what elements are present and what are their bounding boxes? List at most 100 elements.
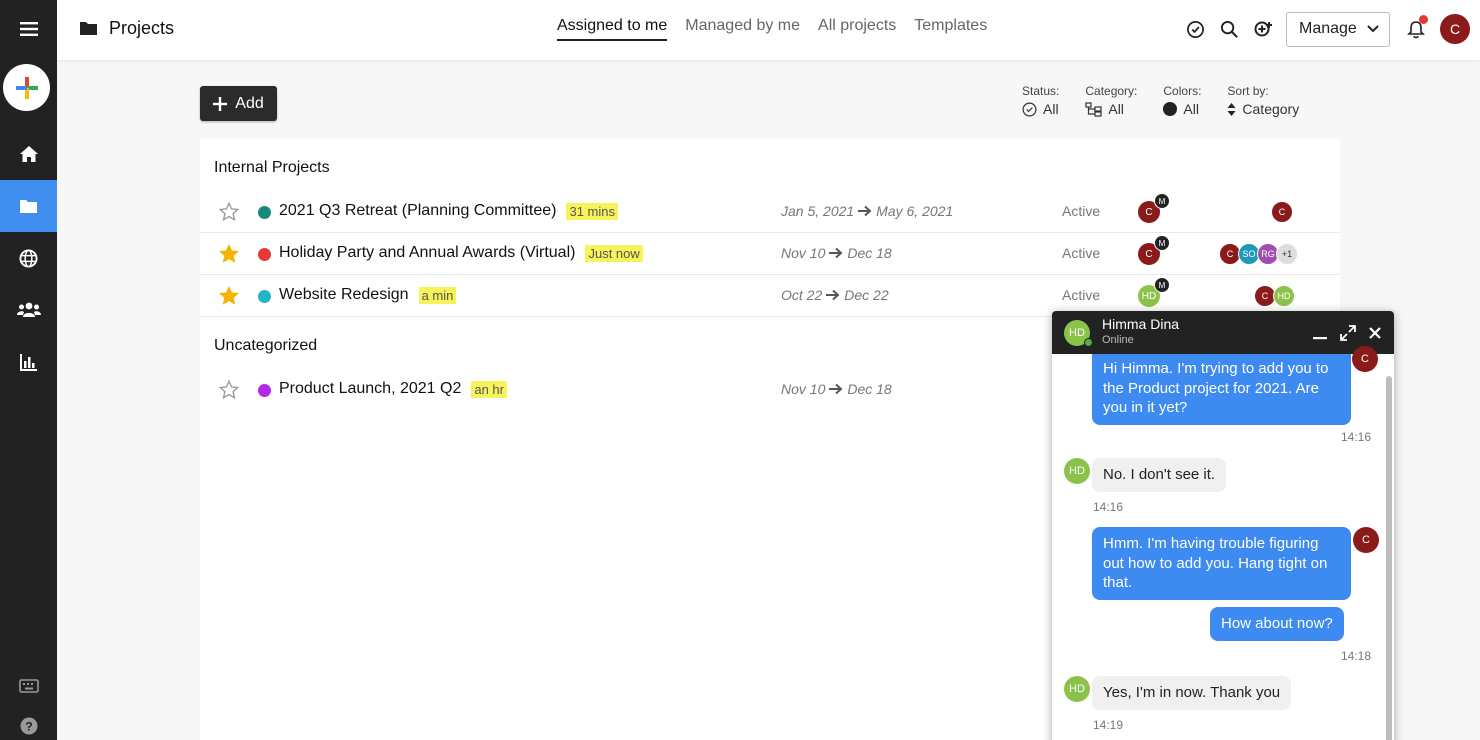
category-filter-value: All xyxy=(1108,101,1124,117)
reports-nav[interactable] xyxy=(0,336,57,388)
sort-filter[interactable]: Sort by: Category xyxy=(1227,84,1299,117)
plus-icon xyxy=(213,96,228,111)
sort-filter-label: Sort by: xyxy=(1227,84,1269,98)
project-row[interactable]: 2021 Q3 Retreat (Planning Committee) 31 … xyxy=(200,191,1340,233)
timer-button[interactable] xyxy=(1178,11,1212,47)
online-indicator xyxy=(1084,338,1093,347)
top-bar: Projects Assigned to me Managed by me Al… xyxy=(57,0,1480,60)
users-icon xyxy=(16,302,41,317)
svg-text:?: ? xyxy=(25,720,32,734)
create-new-button[interactable] xyxy=(3,64,50,111)
user-avatar[interactable]: C xyxy=(1440,14,1470,44)
project-name[interactable]: 2021 Q3 Retreat (Planning Committee) xyxy=(279,202,556,220)
help-icon: ? xyxy=(20,717,37,735)
menu-icon[interactable] xyxy=(0,3,57,55)
manager-badge: M xyxy=(1154,235,1170,251)
globe-icon xyxy=(19,248,38,268)
folder-icon xyxy=(20,199,37,213)
member-avatars[interactable]: C SO RG +1 xyxy=(1219,243,1298,265)
project-dates: Oct 22 Dec 22 xyxy=(781,287,889,303)
star-filled-icon[interactable] xyxy=(218,285,240,307)
owner-avatar[interactable]: HD M xyxy=(1138,277,1170,307)
status-filter[interactable]: Status: All xyxy=(1022,84,1059,117)
manage-dropdown[interactable]: Manage xyxy=(1286,11,1390,47)
page-title-text: Projects xyxy=(109,18,175,38)
project-name[interactable]: Website Redesign xyxy=(279,286,409,304)
manage-label: Manage xyxy=(1299,20,1357,37)
star-filled-icon[interactable] xyxy=(218,243,240,265)
arrow-right-icon xyxy=(826,289,840,301)
updated-badge: 31 mins xyxy=(566,202,618,220)
notification-dot xyxy=(1419,15,1428,24)
member-avatars[interactable]: C HD xyxy=(1254,285,1295,307)
updated-badge: a min xyxy=(418,286,457,304)
add-project-button[interactable]: Add xyxy=(200,86,277,121)
owner-avatar[interactable]: C M xyxy=(1138,235,1170,265)
section-title: Uncategorized xyxy=(214,337,318,354)
end-date: Dec 22 xyxy=(844,287,889,303)
home-nav[interactable] xyxy=(0,128,57,180)
chat-bubble-outgoing: Hmm. I'm having trouble figuring out how… xyxy=(1092,527,1351,600)
tab-managed-by-me[interactable]: Managed by me xyxy=(685,17,800,41)
manager-badge: M xyxy=(1154,277,1170,293)
message-time: 14:16 xyxy=(1341,430,1372,444)
search-icon xyxy=(1220,20,1238,38)
tab-all-projects[interactable]: All projects xyxy=(818,17,896,41)
search-button[interactable] xyxy=(1212,11,1246,47)
start-date: Nov 10 xyxy=(781,245,826,261)
people-nav[interactable] xyxy=(0,284,57,336)
project-dates: Jan 5, 2021 May 6, 2021 xyxy=(781,203,953,219)
close-button[interactable] xyxy=(1365,323,1385,343)
star-outline-icon[interactable] xyxy=(218,379,240,401)
sort-filter-value: Category xyxy=(1242,101,1300,117)
header-actions: Manage C xyxy=(1178,11,1470,47)
project-color-dot xyxy=(258,248,271,261)
arrow-right-icon xyxy=(858,205,872,217)
project-dates: Nov 10 Dec 18 xyxy=(781,381,892,397)
add-label: Add xyxy=(235,94,264,112)
updated-badge: an hr xyxy=(471,380,507,398)
start-date: Oct 22 xyxy=(781,287,823,303)
chat-scrollbar[interactable] xyxy=(1386,376,1392,740)
project-name[interactable]: Holiday Party and Annual Awards (Virtual… xyxy=(279,244,575,262)
projects-nav[interactable] xyxy=(0,180,57,232)
member-avatars[interactable]: C xyxy=(1271,201,1293,223)
clock-check-icon xyxy=(1186,20,1204,38)
notifications-button[interactable] xyxy=(1402,11,1430,47)
globe-nav[interactable] xyxy=(0,232,57,284)
minimize-icon xyxy=(1313,337,1327,340)
folder-icon xyxy=(80,22,97,35)
project-status: Active xyxy=(1062,245,1101,261)
tab-templates[interactable]: Templates xyxy=(914,17,987,41)
left-rail: ? xyxy=(0,0,57,740)
sender-avatar: HD xyxy=(1064,458,1090,484)
tab-assigned-to-me[interactable]: Assigned to me xyxy=(557,17,668,41)
category-tree-icon xyxy=(1085,101,1102,117)
project-row[interactable]: Holiday Party and Annual Awards (Virtual… xyxy=(200,233,1340,275)
expand-button[interactable] xyxy=(1338,323,1358,343)
star-outline-icon[interactable] xyxy=(218,201,240,223)
chat-bubble-outgoing: How about now? xyxy=(1210,607,1344,641)
chat-messages: C Hi Himma. I'm trying to add you to the… xyxy=(1052,346,1394,740)
project-name[interactable]: Product Launch, 2021 Q2 xyxy=(279,380,461,398)
chat-header[interactable]: HD Himma Dina Online xyxy=(1052,311,1394,354)
category-filter[interactable]: Category: All xyxy=(1085,84,1137,117)
status-filter-label: Status: xyxy=(1022,84,1060,98)
view-tabs: Assigned to me Managed by me All project… xyxy=(557,17,987,41)
arrow-right-icon xyxy=(829,247,843,259)
minimize-button[interactable] xyxy=(1310,323,1330,343)
owner-avatar[interactable]: C M xyxy=(1138,193,1170,223)
colors-filter[interactable]: Colors: All xyxy=(1163,84,1201,117)
member-avatar: C xyxy=(1271,201,1293,223)
project-status: Active xyxy=(1062,287,1101,303)
member-avatar: HD xyxy=(1273,285,1295,307)
add-app-button[interactable] xyxy=(1246,11,1280,47)
chat-bubble-incoming: No. I don't see it. xyxy=(1092,458,1227,492)
colors-filter-label: Colors: xyxy=(1163,84,1202,98)
filter-bar: Status: All Category: All Colors: All So… xyxy=(1022,84,1299,117)
end-date: May 6, 2021 xyxy=(876,203,954,219)
updated-badge: Just now xyxy=(585,244,643,262)
category-filter-label: Category: xyxy=(1085,84,1138,98)
help-button[interactable]: ? xyxy=(0,700,57,740)
page-title: Projects xyxy=(79,18,174,39)
